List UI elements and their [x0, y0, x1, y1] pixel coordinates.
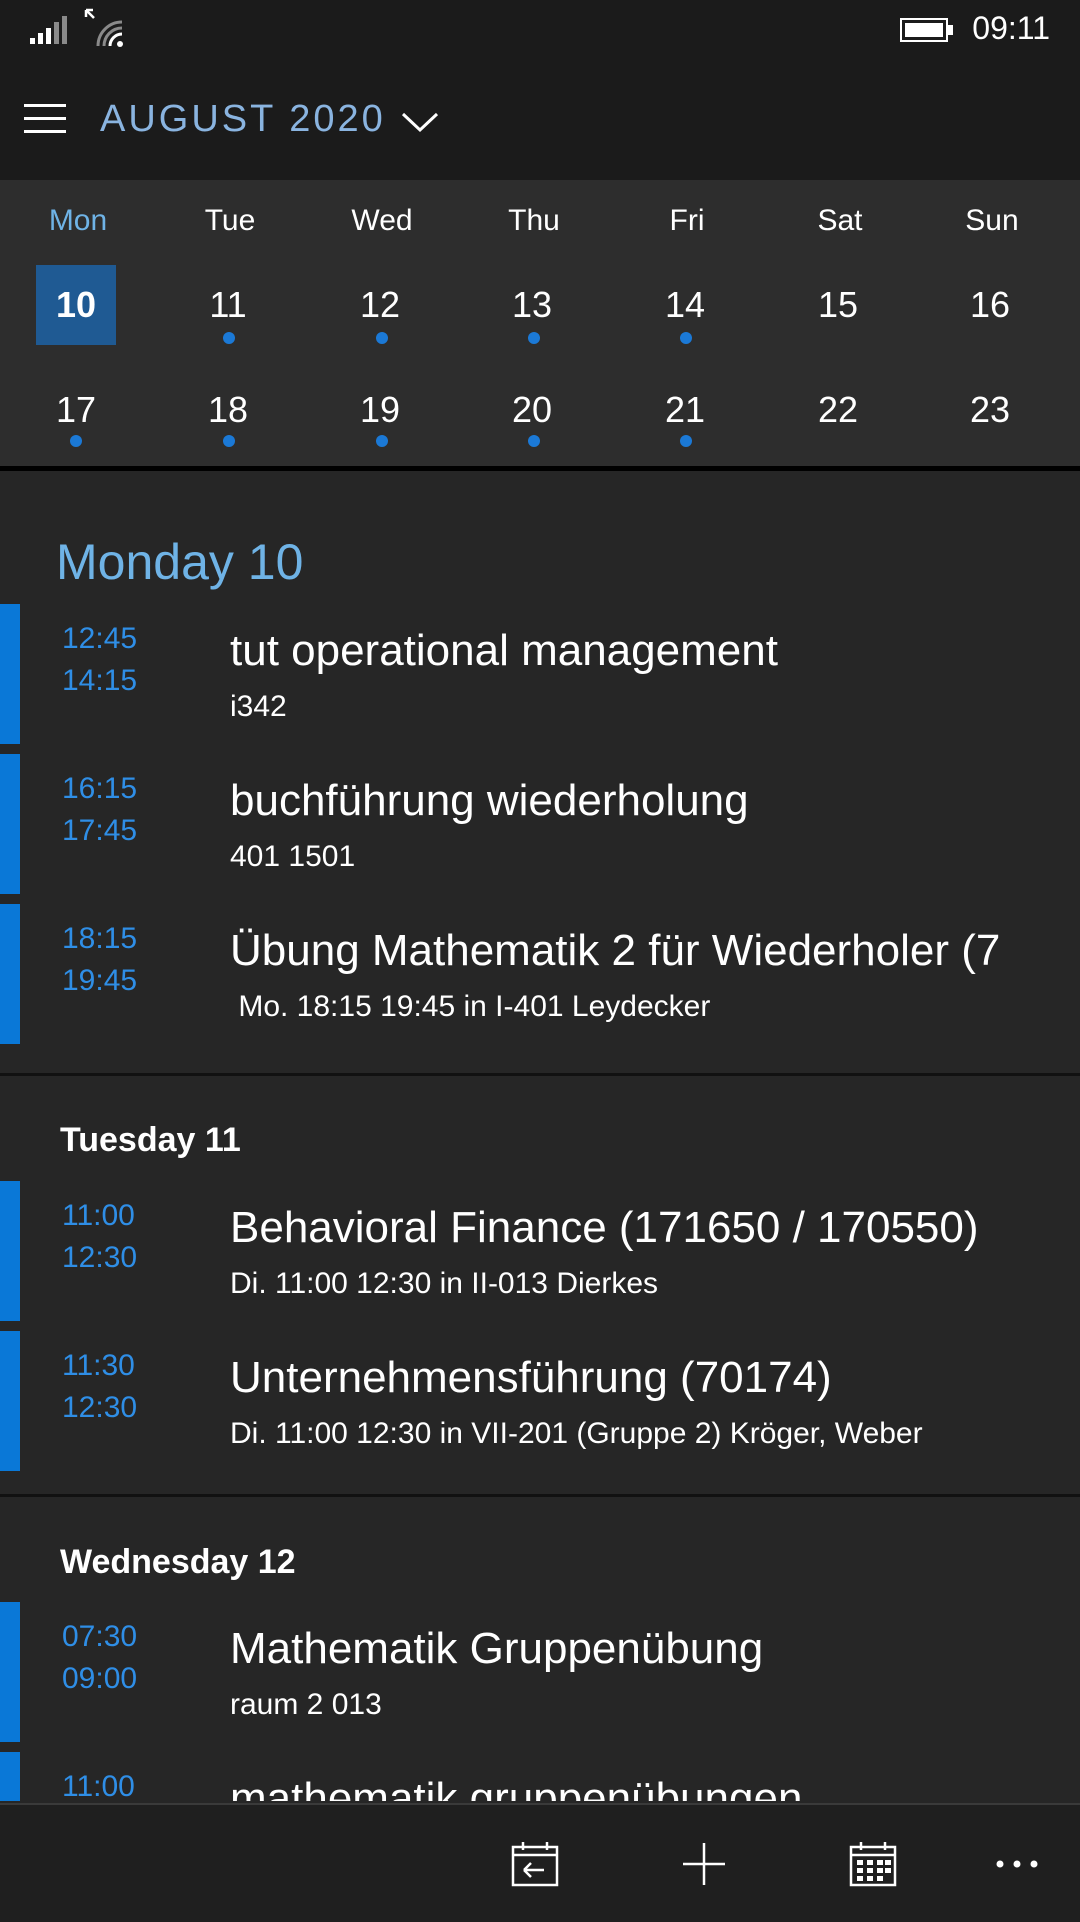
event-end-time: 19:45 — [62, 964, 138, 997]
event-item[interactable]: 11:00 mathematik gruppenübungen — [0, 1752, 1080, 1801]
event-dot — [70, 435, 82, 447]
event-start-time: 12:45 — [62, 622, 138, 655]
event-dot — [376, 435, 388, 447]
weekday-sat: Sat — [817, 204, 863, 237]
month-view-icon[interactable] — [848, 1839, 898, 1889]
event-end-time: 12:30 — [62, 1391, 138, 1424]
event-location: raum 2 013 — [230, 1688, 382, 1721]
event-location: 401 1501 — [230, 840, 356, 873]
event-dot — [223, 332, 235, 344]
hamburger-icon[interactable] — [24, 104, 66, 136]
signal-icon — [30, 16, 67, 44]
status-bar: 09:11 — [0, 0, 1080, 60]
calendar-day[interactable]: 22 — [798, 370, 878, 450]
battery-icon — [900, 18, 953, 42]
day-heading: Monday 10 — [56, 534, 304, 590]
event-location: Mo. 18:15 19:45 in I-401 Leydecker — [230, 990, 711, 1023]
event-color-bar — [0, 1331, 20, 1471]
today-icon[interactable] — [510, 1839, 560, 1889]
event-title: mathematik gruppenübungen — [230, 1774, 803, 1801]
event-end-time: 17:45 — [62, 814, 138, 847]
day-divider — [0, 1073, 1080, 1076]
event-item[interactable]: 11:00 12:30 Behavioral Finance (171650 /… — [0, 1181, 1080, 1321]
event-start-time: 11:00 — [62, 1770, 135, 1801]
event-item[interactable]: 12:45 14:15 tut operational management i… — [0, 604, 1080, 744]
add-icon[interactable] — [679, 1839, 729, 1889]
calendar-day[interactable]: 16 — [950, 265, 1030, 345]
event-start-time: 07:30 — [62, 1620, 138, 1653]
event-color-bar — [0, 1181, 20, 1321]
weekday-sun: Sun — [965, 204, 1019, 237]
day-divider — [0, 1494, 1080, 1497]
event-color-bar — [0, 1752, 20, 1801]
event-title: buchführung wiederholung — [230, 776, 749, 825]
weekday-thu: Thu — [508, 204, 560, 237]
event-start-time: 16:15 — [62, 772, 138, 805]
calendar-day[interactable]: 15 — [798, 265, 878, 345]
event-color-bar — [0, 754, 20, 894]
event-item[interactable]: 07:30 09:00 Mathematik Gruppenübung raum… — [0, 1602, 1080, 1742]
weekday-fri: Fri — [669, 204, 705, 237]
event-color-bar — [0, 604, 20, 744]
weekday-mon: Mon — [48, 204, 108, 237]
event-start-time: 11:30 — [62, 1349, 135, 1382]
wifi-icon — [84, 8, 123, 47]
event-dot — [680, 332, 692, 344]
event-start-time: 18:15 — [62, 922, 138, 955]
event-dot — [223, 435, 235, 447]
month-calendar: Mon Tue Wed Thu Fri Sat Sun 10 11 12 13 … — [0, 180, 1080, 468]
calendar-day[interactable]: 23 — [950, 370, 1030, 450]
day-heading: Tuesday 11 — [60, 1121, 241, 1159]
chevron-down-icon[interactable] — [400, 108, 440, 136]
event-end-time: 12:30 — [62, 1241, 138, 1274]
event-start-time: 11:00 — [62, 1199, 135, 1232]
weekday-tue: Tue — [204, 204, 256, 237]
event-title: Behavioral Finance (171650 / 170550) — [230, 1203, 979, 1252]
event-dot — [376, 332, 388, 344]
event-dot — [528, 332, 540, 344]
calendar-day-today[interactable]: 10 — [36, 265, 116, 345]
event-title: Übung Mathematik 2 für Wiederholer (7 — [230, 926, 1001, 975]
event-end-time: 09:00 — [62, 1662, 138, 1695]
more-icon[interactable] — [992, 1839, 1042, 1889]
app-bar — [0, 1803, 1080, 1922]
event-color-bar — [0, 1602, 20, 1742]
event-location: Di. 11:00 12:30 in II-013 Dierkes — [230, 1267, 659, 1300]
event-color-bar — [0, 904, 20, 1044]
day-heading: Wednesday 12 — [60, 1543, 296, 1581]
event-location: i342 — [230, 690, 287, 723]
event-item[interactable]: 11:30 12:30 Unternehmensführung (70174) … — [0, 1331, 1080, 1471]
event-end-time: 14:15 — [62, 664, 138, 697]
agenda-list[interactable]: Monday 10 12:45 14:15 tut operational ma… — [0, 471, 1080, 1801]
status-clock: 09:11 — [972, 10, 1050, 46]
event-item[interactable]: 16:15 17:45 buchführung wiederholung 401… — [0, 754, 1080, 894]
event-dot — [680, 435, 692, 447]
event-title: Mathematik Gruppenübung — [230, 1624, 764, 1673]
event-title: Unternehmensführung (70174) — [230, 1353, 832, 1402]
month-title[interactable]: AUGUST 2020 — [100, 98, 386, 141]
event-location: Di. 11:00 12:30 in VII-201 (Gruppe 2) Kr… — [230, 1417, 923, 1450]
weekday-wed: Wed — [351, 204, 413, 237]
header: AUGUST 2020 — [0, 60, 1080, 180]
event-dot — [528, 435, 540, 447]
event-title: tut operational management — [230, 626, 778, 675]
event-item[interactable]: 18:15 19:45 Übung Mathematik 2 für Wiede… — [0, 904, 1080, 1044]
